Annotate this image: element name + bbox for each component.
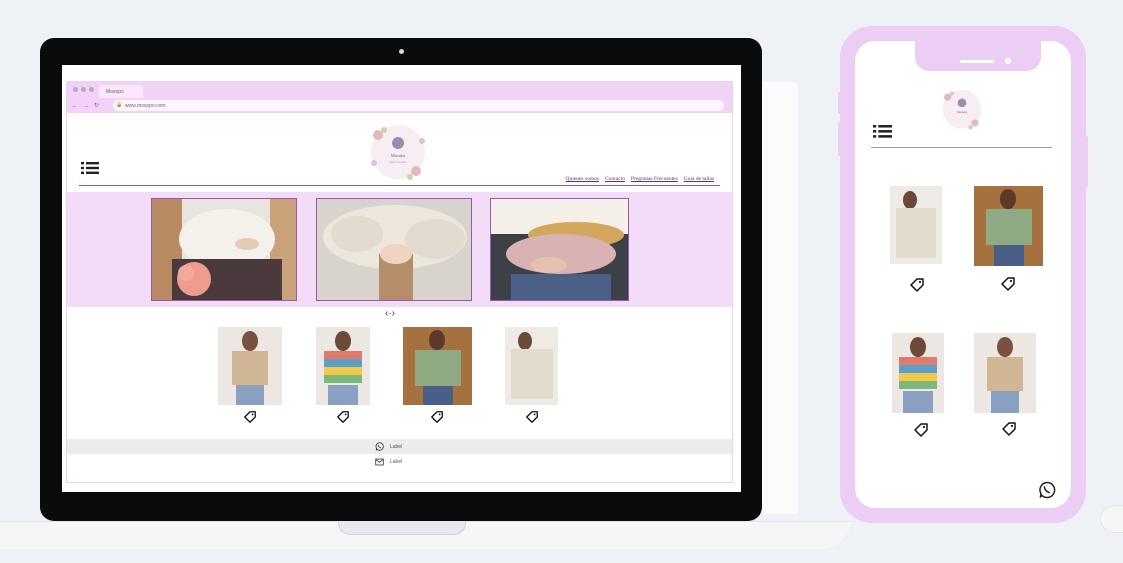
price-tag-icon[interactable]	[430, 410, 444, 424]
browser-tab[interactable]: Mosopo	[99, 85, 143, 98]
laptop-hinge	[338, 521, 466, 535]
knitting-photo	[152, 199, 296, 300]
list-menu-icon[interactable]	[81, 162, 99, 174]
product-photo	[505, 327, 558, 405]
browser-window: Mosopo ← → ↻ 🔒 www.mosopo.com Mosuka tej…	[66, 81, 733, 483]
product-photo	[403, 327, 472, 405]
desk-surface-right	[1100, 505, 1123, 533]
phone-notch	[915, 41, 1041, 71]
header-divider	[871, 147, 1052, 148]
product-card[interactable]	[890, 186, 942, 264]
phone-camera	[1005, 58, 1011, 64]
price-tag-icon[interactable]	[243, 410, 257, 424]
nav-link-faq[interactable]: Preguntas Frecuentes	[631, 176, 678, 182]
price-tag-icon[interactable]	[1001, 421, 1017, 437]
nav-link-contact[interactable]: Contacto	[605, 176, 625, 182]
product-grid	[67, 327, 732, 427]
mail-icon	[375, 458, 384, 466]
product-photo	[890, 186, 942, 264]
product-card[interactable]	[505, 327, 558, 423]
back-arrow-icon[interactable]: ←	[72, 103, 78, 109]
site-header: Mosuka tejidos con amor Quienes somos Co…	[67, 113, 732, 186]
price-tag-icon[interactable]	[1000, 276, 1016, 292]
window-controls[interactable]	[73, 87, 94, 92]
top-nav: Quienes somos Contacto Preguntas Frecuen…	[566, 176, 714, 182]
footer-whatsapp[interactable]: Label	[375, 442, 402, 451]
logo-text: Mosuka	[391, 153, 406, 158]
phone-power-button	[1084, 136, 1088, 188]
product-photo	[892, 333, 944, 413]
reload-icon[interactable]: ↻	[94, 102, 99, 109]
laptop-camera	[399, 49, 404, 54]
forward-arrow-icon[interactable]: →	[83, 103, 89, 109]
product-photo	[218, 327, 282, 405]
carousel-control[interactable]: ‹·›	[385, 308, 395, 319]
price-tag-icon[interactable]	[336, 410, 350, 424]
phone-mockup: Mosuka	[838, 26, 1088, 523]
blankets-photo	[491, 199, 628, 300]
brand-logo[interactable]: Mosuka	[939, 87, 985, 133]
laptop-screen: Mosopo ← → ↻ 🔒 www.mosopo.com Mosuka tej…	[62, 65, 741, 492]
background-panel	[756, 82, 798, 514]
product-card[interactable]	[403, 327, 472, 423]
carousel-slide-blankets[interactable]	[490, 198, 629, 301]
product-photo	[974, 333, 1036, 413]
logo-text: Mosuka	[957, 110, 968, 114]
lock-icon: 🔒	[116, 102, 123, 108]
site-footer: Label	[67, 439, 732, 454]
footer-email[interactable]: Label	[375, 458, 402, 466]
carousel-slide-knitting[interactable]	[151, 198, 297, 301]
product-card[interactable]	[316, 327, 370, 423]
carousel-slide-chunky-knit[interactable]	[316, 198, 472, 301]
price-tag-icon[interactable]	[909, 277, 925, 293]
product-card[interactable]	[892, 333, 944, 413]
whatsapp-icon[interactable]	[1038, 481, 1056, 499]
product-photo	[316, 327, 370, 405]
phone-screen: Mosuka	[855, 41, 1071, 508]
brand-logo[interactable]: Mosuka tejidos con amor	[366, 121, 430, 185]
logo-subtext: tejidos con amor	[389, 161, 406, 164]
hero-carousel	[67, 192, 732, 307]
product-photo	[974, 186, 1043, 266]
chunky-knit-photo	[317, 199, 471, 300]
nav-link-size-guide[interactable]: Guia de tallas	[684, 176, 714, 182]
price-tag-icon[interactable]	[913, 422, 929, 438]
list-menu-icon[interactable]	[873, 125, 892, 138]
browser-urlbar: ← → ↻ 🔒 www.mosopo.com	[67, 98, 732, 113]
product-card[interactable]	[974, 186, 1043, 266]
browser-tabbar: Mosopo	[67, 82, 732, 98]
header-divider	[79, 185, 720, 186]
phone-side-button	[838, 92, 842, 114]
phone-speaker	[960, 60, 994, 63]
whatsapp-label: Label	[390, 443, 403, 450]
whatsapp-icon	[375, 442, 384, 451]
address-bar[interactable]: 🔒 www.mosopo.com	[113, 100, 724, 111]
nav-link-about[interactable]: Quienes somos	[566, 176, 599, 182]
product-card[interactable]	[974, 333, 1036, 413]
email-label: Label	[390, 459, 403, 465]
price-tag-icon[interactable]	[525, 410, 539, 424]
product-card[interactable]	[218, 327, 282, 423]
laptop-mockup: Mosopo ← → ↻ 🔒 www.mosopo.com Mosuka tej…	[40, 38, 762, 521]
url-text: www.mosopo.com	[125, 103, 166, 109]
phone-side-button	[838, 122, 842, 156]
